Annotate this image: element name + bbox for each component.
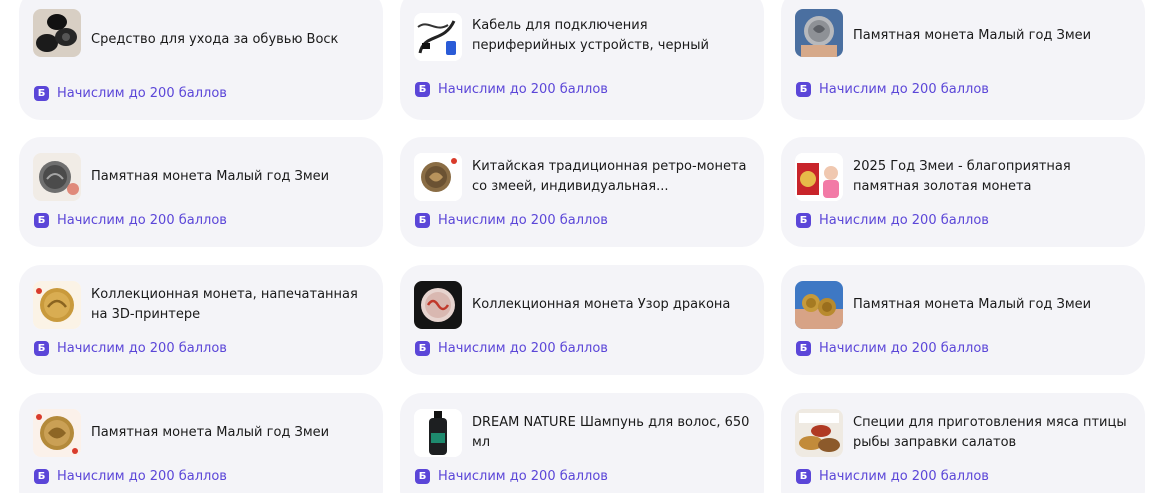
product-title: Коллекционная монета Узор дракона [472,297,731,312]
product-title: Памятная монета Малый год Змеи [853,297,1092,312]
bonus-text: Начислим до 200 баллов [438,213,608,228]
product-title: Коллекционная монета, напечатанная на 3D… [91,287,358,322]
coin-gold-image [33,409,81,457]
product-title: Памятная монета Малый год Змеи [91,169,330,184]
bonus-info: Б Начислим до 200 баллов [796,341,989,356]
bonus-info: Б Начислим до 200 баллов [796,82,989,97]
coin-3d-image [33,281,81,329]
bonus-info: Б Начислим до 200 баллов [796,213,989,228]
cable-image [414,13,462,61]
product-card[interactable]: Памятная монета Малый год Змеи Б Начисли… [781,265,1145,375]
product-card[interactable]: 2025 Год Змеи - благоприятная памятная з… [781,137,1145,247]
bonus-badge-icon: Б [796,213,811,228]
bonus-badge-icon: Б [34,341,49,356]
bonus-text: Начислим до 200 баллов [57,86,227,101]
shampoo-bottle-image [414,409,462,457]
product-title: Кабель для подключения периферийных устр… [472,18,709,53]
product-title: Памятная монета Малый год Змеи [91,425,330,440]
bonus-info: Б Начислим до 200 баллов [415,82,608,97]
bonus-info: Б Начислим до 200 баллов [34,341,227,356]
bonus-info: Б Начислим до 200 баллов [415,213,608,228]
coin-in-hand-image [795,9,843,57]
bonus-text: Начислим до 200 баллов [438,341,608,356]
product-card[interactable]: DREAM NATURE Шампунь для волос, 650 мл Б… [400,393,764,493]
bonus-info: Б Начислим до 200 баллов [34,213,227,228]
bonus-badge-icon: Б [415,213,430,228]
bonus-text: Начислим до 200 баллов [57,469,227,484]
gold-coin-promo-image [795,153,843,201]
dragon-coin-image [414,281,462,329]
coin-silver-image [33,153,81,201]
product-title: Китайская традиционная ретро-монета со з… [472,159,747,194]
bonus-info: Б Начислим до 200 баллов [34,469,227,484]
product-grid: Средство для ухода за обувью Воск Б Начи… [0,0,1156,493]
product-card[interactable]: Памятная монета Малый год Змеи Б Начисли… [781,0,1145,120]
bonus-text: Начислим до 200 баллов [57,341,227,356]
spices-image [795,409,843,457]
bonus-text: Начислим до 200 баллов [438,469,608,484]
product-card[interactable]: Коллекционная монета Узор дракона Б Начи… [400,265,764,375]
product-title: Средство для ухода за обувью Воск [91,32,339,47]
bonus-info: Б Начислим до 200 баллов [796,469,989,484]
bonus-text: Начислим до 200 баллов [57,213,227,228]
product-card[interactable]: Памятная монета Малый год Змеи Б Начисли… [19,137,383,247]
product-card[interactable]: Китайская традиционная ретро-монета со з… [400,137,764,247]
bonus-badge-icon: Б [34,213,49,228]
product-card[interactable]: Коллекционная монета, напечатанная на 3D… [19,265,383,375]
bonus-text: Начислим до 200 баллов [819,82,989,97]
bonus-info: Б Начислим до 200 баллов [415,469,608,484]
bonus-badge-icon: Б [415,341,430,356]
bonus-badge-icon: Б [796,82,811,97]
product-title: Специи для приготовления мяса птицы рыбы… [853,415,1127,450]
product-title: 2025 Год Змеи - благоприятная памятная з… [853,159,1071,194]
bonus-badge-icon: Б [415,469,430,484]
bonus-badge-icon: Б [796,469,811,484]
bonus-badge-icon: Б [34,86,49,101]
product-card[interactable]: Специи для приготовления мяса птицы рыбы… [781,393,1145,493]
bonus-info: Б Начислим до 200 баллов [415,341,608,356]
coin-retro-image [414,153,462,201]
bonus-badge-icon: Б [34,469,49,484]
bonus-text: Начислим до 200 баллов [819,341,989,356]
bonus-info: Б Начислим до 200 баллов [34,86,227,101]
bonus-text: Начислим до 200 баллов [819,213,989,228]
coins-in-hand-image [795,281,843,329]
product-title: Памятная монета Малый год Змеи [853,28,1092,43]
product-card[interactable]: Средство для ухода за обувью Воск Б Начи… [19,0,383,120]
shoe-wax-image [33,9,81,57]
product-card[interactable]: Памятная монета Малый год Змеи Б Начисли… [19,393,383,493]
product-card[interactable]: Кабель для подключения периферийных устр… [400,0,764,120]
product-title: DREAM NATURE Шампунь для волос, 650 мл [472,415,750,450]
bonus-badge-icon: Б [415,82,430,97]
bonus-text: Начислим до 200 баллов [819,469,989,484]
bonus-badge-icon: Б [796,341,811,356]
bonus-text: Начислим до 200 баллов [438,82,608,97]
